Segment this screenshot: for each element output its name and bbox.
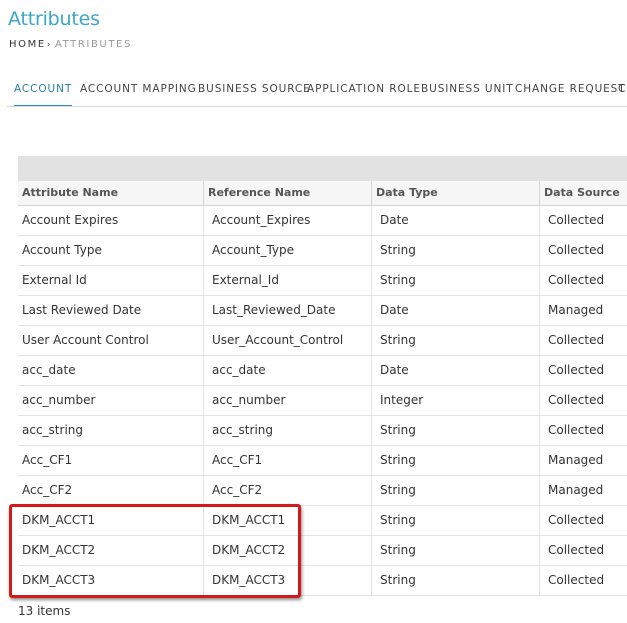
data-source-cell: Managed xyxy=(548,483,604,497)
data-type-cell: String xyxy=(372,236,540,265)
data-source-cell: Collected xyxy=(548,333,605,347)
reference-name-cell: External_Id xyxy=(204,266,372,295)
data-source-cell: Collected xyxy=(548,213,605,227)
data-type-cell: String xyxy=(372,536,540,565)
attribute-name-cell: acc_date xyxy=(18,356,204,385)
table-row[interactable]: acc_string acc_string String Collected xyxy=(18,416,627,446)
tab-business-unit[interactable]: BUSINESS UNIT xyxy=(421,83,514,95)
data-source-cell: Collected xyxy=(548,273,605,287)
data-type-cell: String xyxy=(372,446,540,475)
attribute-name-cell: DKM_ACCT1 xyxy=(18,506,204,535)
table-row[interactable]: DKM_ACCT2 DKM_ACCT2 String Collected xyxy=(18,536,627,566)
data-type-cell: Date xyxy=(372,296,540,325)
data-source-cell: Collected xyxy=(548,573,605,587)
table-row[interactable]: Acc_CF1 Acc_CF1 String Managed xyxy=(18,446,627,476)
reference-name-cell: Last_Reviewed_Date xyxy=(204,296,372,325)
table-row[interactable]: acc_number acc_number Integer Collected xyxy=(18,386,627,416)
attribute-name-cell: acc_number xyxy=(18,386,204,415)
data-type-cell: String xyxy=(372,506,540,535)
reference-name-cell: acc_string xyxy=(204,416,372,445)
tab-account-mapping[interactable]: ACCOUNT MAPPING xyxy=(80,83,197,95)
table-row[interactable]: Account Expires Account_Expires Date Collec… xyxy=(18,206,627,236)
tab-account[interactable]: ACCOUNT xyxy=(14,83,73,106)
column-header-data-source[interactable]: Data Source xyxy=(540,181,627,206)
attribute-name-cell: Account Expires xyxy=(18,206,204,235)
data-type-cell: Integer xyxy=(372,386,540,415)
page-title: Attributes xyxy=(8,8,100,30)
reference-name-cell: Account_Type xyxy=(204,236,372,265)
data-source-cell: Managed xyxy=(548,453,604,467)
tab-bar: ACCOUNT ACCOUNT MAPPING BUSINESS SOURCE … xyxy=(7,76,627,107)
attribute-name-cell: Account Type xyxy=(18,236,204,265)
data-type-cell: Date xyxy=(372,356,540,385)
tab-change-request[interactable]: CHANGE REQUEST xyxy=(515,83,626,95)
attribute-name-cell: External Id xyxy=(18,266,204,295)
breadcrumb-current: ATTRIBUTES xyxy=(54,39,132,50)
attributes-grid: Attribute Name Reference Name Data Type … xyxy=(18,156,627,596)
table-row[interactable]: DKM_ACCT3 DKM_ACCT3 String Collected xyxy=(18,566,627,596)
attribute-name-cell: Acc_CF2 xyxy=(18,476,204,505)
data-type-cell: String xyxy=(372,416,540,445)
chevron-right-icon: › xyxy=(46,39,52,50)
reference-name-cell: acc_number xyxy=(204,386,372,415)
reference-name-cell: User_Account_Control xyxy=(204,326,372,355)
table-row[interactable]: User Account Control User_Account_Control… xyxy=(18,326,627,356)
tab-business-source[interactable]: BUSINESS SOURCE xyxy=(198,83,311,95)
column-header-reference-name[interactable]: Reference Name xyxy=(204,181,372,206)
reference-name-cell: Acc_CF1 xyxy=(204,446,372,475)
column-header-attribute-name[interactable]: Attribute Name xyxy=(18,181,204,206)
attribute-name-cell: DKM_ACCT2 xyxy=(18,536,204,565)
data-type-cell: String xyxy=(372,326,540,355)
tab-application-role[interactable]: APPLICATION ROLE xyxy=(307,83,421,95)
attribute-name-cell: User Account Control xyxy=(18,326,204,355)
reference-name-cell: DKM_ACCT3 xyxy=(204,566,372,595)
attribute-name-cell: acc_string xyxy=(18,416,204,445)
table-row[interactable]: External Id External_Id String Collected xyxy=(18,266,627,296)
reference-name-cell: DKM_ACCT2 xyxy=(204,536,372,565)
data-type-cell: Date xyxy=(372,206,540,235)
data-type-cell: String xyxy=(372,476,540,505)
table-row[interactable]: Acc_CF2 Acc_CF2 String Managed xyxy=(18,476,627,506)
attribute-name-cell: Last Reviewed Date xyxy=(18,296,204,325)
data-source-cell: Collected xyxy=(548,363,605,377)
data-type-cell: String xyxy=(372,566,540,595)
reference-name-cell: Account_Expires xyxy=(204,206,372,235)
item-count: 13 items xyxy=(18,604,71,618)
tab-overflow[interactable]: C xyxy=(618,83,627,97)
breadcrumb-home[interactable]: HOME xyxy=(9,39,46,50)
table-row[interactable]: Account Type Account_Type String Collected xyxy=(18,236,627,266)
reference-name-cell: DKM_ACCT1 xyxy=(204,506,372,535)
data-source-cell: Collected xyxy=(548,243,605,257)
data-source-cell: Collected xyxy=(548,513,605,527)
reference-name-cell: acc_date xyxy=(204,356,372,385)
table-row[interactable]: acc_date acc_date Date Collected xyxy=(18,356,627,386)
data-source-cell: Collected xyxy=(548,393,605,407)
table-row[interactable]: DKM_ACCT1 DKM_ACCT1 String Collected xyxy=(18,506,627,536)
attribute-name-cell: DKM_ACCT3 xyxy=(18,566,204,595)
breadcrumb: HOME › ATTRIBUTES xyxy=(9,39,132,50)
data-source-cell: Collected xyxy=(548,423,605,437)
attribute-name-cell: Acc_CF1 xyxy=(18,446,204,475)
table-row[interactable]: Last Reviewed Date Last_Reviewed_Date Date… xyxy=(18,296,627,326)
reference-name-cell: Acc_CF2 xyxy=(204,476,372,505)
grid-toolbar xyxy=(18,156,627,181)
data-source-cell: Collected xyxy=(548,543,605,557)
data-type-cell: String xyxy=(372,266,540,295)
column-header-data-type[interactable]: Data Type xyxy=(372,181,540,206)
data-source-cell: Managed xyxy=(548,303,604,317)
